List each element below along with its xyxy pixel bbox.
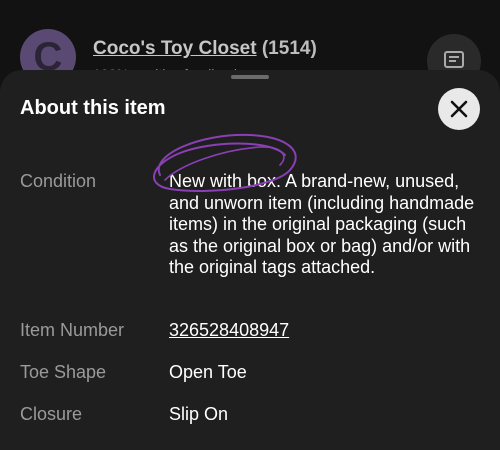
sheet-title: About this item [20,97,166,119]
row-value-closure: Slip On [169,404,229,424]
close-button[interactable] [438,88,480,130]
row-value-toe-shape: Open Toe [169,362,247,382]
drag-handle[interactable] [231,75,269,79]
seller-name-link[interactable]: Coco's Toy Closet [93,38,257,59]
close-icon [450,100,468,118]
seller-info: Coco's Toy Closet (1514) [93,38,317,60]
row-label-condition: Condition [20,171,97,191]
row-value-condition: New with box. A brand-new, unused, and u… [169,171,475,277]
seller-feedback-count: (1514) [261,38,317,59]
item-number-link[interactable]: 326528408947 [169,320,479,342]
message-icon [444,51,464,68]
row-label-toe-shape: Toe Shape [20,362,107,382]
row-label-item-number: Item Number [20,320,125,340]
row-label-closure: Closure [20,404,83,424]
